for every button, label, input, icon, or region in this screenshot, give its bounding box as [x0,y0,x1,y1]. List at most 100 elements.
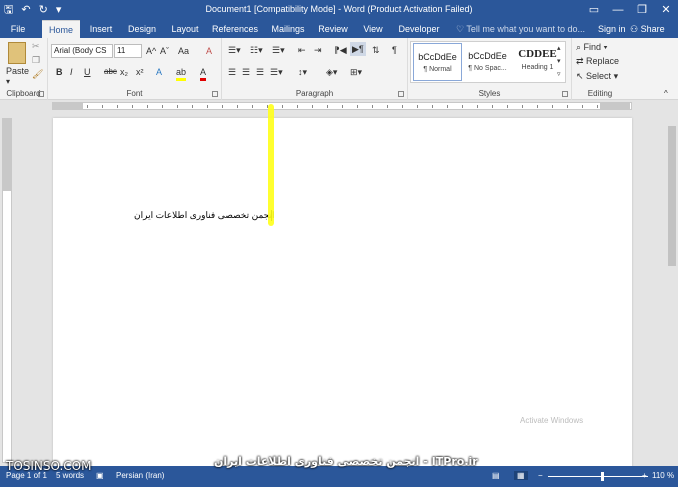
font-name-field[interactable]: Arial (Body CS [51,44,113,58]
chevron-down-icon: ▾ [611,71,619,81]
tab-design[interactable]: Design [124,20,160,38]
ruler-tick [297,105,298,108]
borders-icon[interactable]: ⊞▾ [350,66,362,78]
highlight-button[interactable]: ab [176,66,187,81]
replace-button[interactable]: ⇄ Replace [576,55,619,67]
ltr-direction-icon[interactable]: ⁋◀ [334,44,347,56]
font-color-button[interactable]: A [200,66,207,81]
styles-scroll-icon[interactable]: ▴ ▾ ▿ [557,42,561,81]
style-normal[interactable]: bCcDdEe ¶ Normal [413,43,462,81]
style-no-spacing[interactable]: bCcDdEe ¶ No Spac... [463,43,512,81]
collapse-ribbon-icon[interactable]: ^ [664,88,668,100]
text-effects-button[interactable]: A [156,66,162,78]
zoom-in-icon[interactable]: + [642,471,647,480]
styles-launcher-icon[interactable] [562,91,568,97]
align-left-icon[interactable]: ☰ [228,66,236,78]
shading-icon[interactable]: ◈▾ [326,66,337,78]
select-button[interactable]: ↖ Select ▾ [576,70,618,82]
ruler-tick [552,105,553,108]
style-heading-1[interactable]: CDDEE Heading 1 [513,43,562,81]
cut-icon[interactable]: ✂ [32,40,40,52]
ruler-tick [132,105,133,108]
read-mode-icon[interactable]: ▤ [492,471,500,480]
clear-formatting-button[interactable]: A [206,45,212,57]
tab-home[interactable]: Home [42,20,80,38]
style-preview: bCcDdEe [468,51,507,61]
ribbon: Paste ▾ ✂ ❐ 🖌 Clipboard Arial (Body CS 1… [0,38,678,100]
proofing-icon[interactable]: ▣ [96,471,104,480]
rtl-direction-icon[interactable]: ▶¶ [350,42,366,56]
decrease-indent-icon[interactable]: ⇤ [298,44,306,56]
subscript-button[interactable]: x₂ [120,66,128,78]
shrink-font-button[interactable]: Aˇ [160,45,169,57]
ruler-tick [357,105,358,108]
justify-icon[interactable]: ☰▾ [270,66,283,78]
tab-file[interactable]: File [4,20,32,38]
find-button[interactable]: ⌕ Find ▾ [576,41,607,53]
sort-icon[interactable]: ⇅ [372,44,380,56]
close-icon[interactable]: ✕ [654,0,678,20]
ruler-tick [237,105,238,108]
strikethrough-button[interactable]: abc [104,66,117,78]
tab-references[interactable]: References [210,20,260,38]
minimize-icon[interactable]: — [606,0,630,20]
multilevel-list-icon[interactable]: ☰▾ [272,44,285,56]
tab-mailings[interactable]: Mailings [268,20,308,38]
title-bar: 🖫 ↶ ↻ ▾ Document1 [Compatibility Mode] -… [0,0,678,20]
editing-group: ⌕ Find ▾ ⇄ Replace ↖ Select ▾ Editing [572,38,628,100]
zoom-level[interactable]: 110 % [652,471,674,480]
document-text[interactable]: انجمن تخصصی فناوری اطلاعات ایران [134,210,275,221]
ruler-tick [537,105,538,108]
copy-icon[interactable]: ❐ [32,54,40,66]
paste-icon[interactable] [8,42,26,64]
tab-insert[interactable]: Insert [84,20,118,38]
show-marks-icon[interactable]: ¶ [392,44,397,56]
share-button[interactable]: ⚇ Share [630,20,665,38]
superscript-button[interactable]: x² [136,66,144,78]
ribbon-tabs: File Home Insert Design Layout Reference… [0,20,678,38]
increase-indent-icon[interactable]: ⇥ [314,44,322,56]
print-layout-icon[interactable]: ▦ [514,471,528,480]
vertical-ruler[interactable] [2,118,12,463]
status-bar: Page 1 of 1 5 words ▣ Persian (Iran) ▤ ▦… [0,466,678,487]
italic-button[interactable]: I [70,66,73,78]
restore-icon[interactable]: ❐ [630,0,654,20]
clipboard-launcher-icon[interactable] [38,91,44,97]
ruler-tick [252,105,253,108]
bold-button[interactable]: B [56,66,63,78]
align-right-icon[interactable]: ☰ [256,66,264,78]
ruler-tick [312,105,313,108]
tab-layout[interactable]: Layout [166,20,204,38]
paste-dropdown-icon[interactable]: ▾ [6,76,10,88]
bullets-icon[interactable]: ☰▾ [228,44,241,56]
paragraph-launcher-icon[interactable] [398,91,404,97]
font-size-field[interactable]: 11 [114,44,142,58]
change-case-button[interactable]: Aa [178,45,189,57]
font-launcher-icon[interactable] [212,91,218,97]
scroll-thumb[interactable] [668,126,676,266]
language-indicator[interactable]: Persian (Iran) [116,471,164,480]
horizontal-ruler[interactable] [0,100,678,112]
underline-button[interactable]: U [84,66,91,78]
tab-developer[interactable]: Developer [396,20,442,38]
sign-in-link[interactable]: Sign in [598,20,626,38]
zoom-slider-thumb[interactable] [601,472,604,481]
ruler-tick [447,105,448,108]
ruler-left-margin [53,103,83,109]
tell-me-box[interactable]: ♡ Tell me what you want to do... [456,20,585,38]
numbering-icon[interactable]: ☷▾ [250,44,263,56]
format-painter-icon[interactable]: 🖌 [32,68,43,80]
tab-view[interactable]: View [358,20,388,38]
window-title: Document1 [Compatibility Mode] - Word (P… [205,4,473,14]
line-spacing-icon[interactable]: ↕▾ [298,66,307,78]
zoom-slider[interactable] [548,476,648,477]
align-center-icon[interactable]: ☰ [242,66,250,78]
grow-font-button[interactable]: A^ [146,45,156,57]
ribbon-display-icon[interactable]: ▭ [582,0,606,20]
vertical-scrollbar[interactable] [666,112,678,464]
ruler-tick [162,105,163,108]
ruler-tick [597,105,598,108]
zoom-out-icon[interactable]: − [538,471,543,480]
select-label: Select [586,71,612,81]
tab-review[interactable]: Review [316,20,350,38]
